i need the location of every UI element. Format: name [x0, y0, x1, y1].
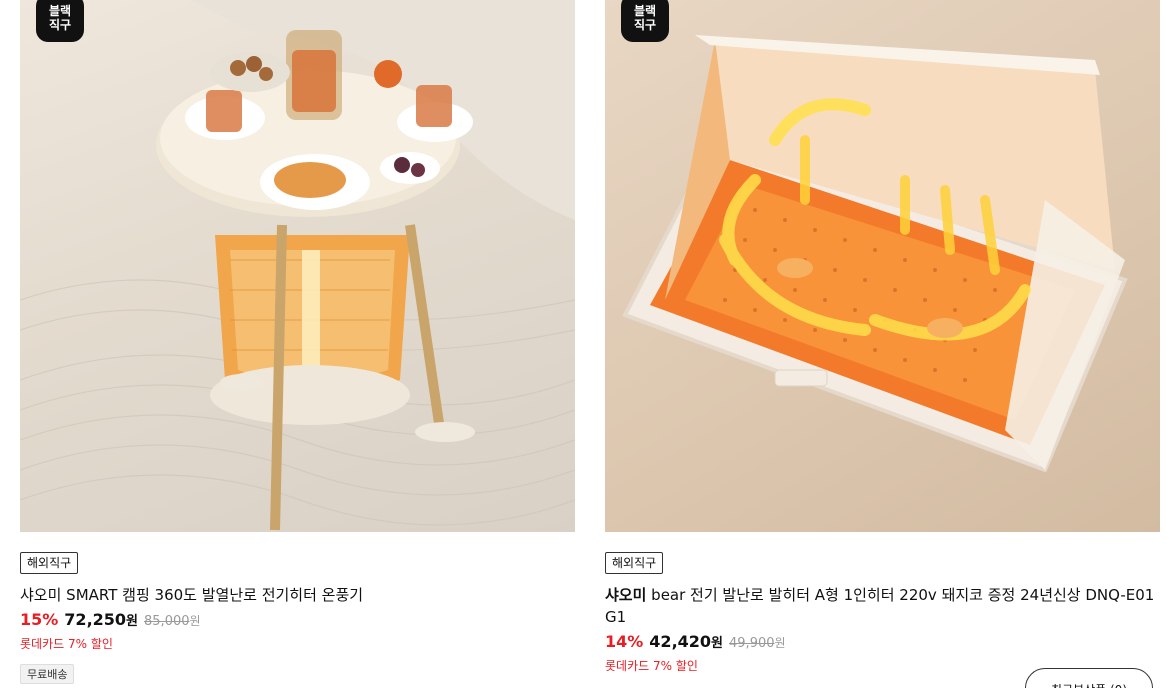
product-title[interactable]: 샤오미 SMART 캠핑 360도 발열난로 전기히터 온풍기: [20, 584, 575, 606]
sale-price-unit: 원: [126, 614, 139, 629]
card-discount-info: 롯데카드 7% 할인: [20, 637, 113, 651]
sale-price-value: 72,250: [64, 610, 127, 629]
original-price-unit: 원: [774, 636, 786, 650]
discount-rate: 15%: [20, 610, 59, 629]
product-title[interactable]: 샤오미 bear 전기 발난로 발히터 A형 1인히터 220v 돼지코 증정 …: [605, 584, 1160, 628]
sale-price: 42,420원: [649, 632, 723, 651]
product-card[interactable]: 블랙 직구 해외직구 샤오미 SMART 캠핑 360도 발열난로 전기히터 온…: [20, 0, 575, 684]
recently-viewed-button[interactable]: 최근본상품 (0): [1025, 668, 1153, 688]
overseas-direct-tag: 해외직구: [20, 552, 79, 574]
badge-label: 블랙 직구: [48, 4, 72, 32]
price-row: 15% 72,250원 85,000원: [20, 610, 575, 629]
product-brand[interactable]: 샤오미: [605, 586, 646, 604]
product-card[interactable]: 블랙 직구 해외직구 샤오미 bear 전기 발난로 발히터 A형 1인히터 2…: [605, 0, 1160, 673]
original-price-unit: 원: [189, 614, 201, 628]
product-name[interactable]: 샤오미 SMART 캠핑 360도 발열난로 전기히터 온풍기: [20, 586, 363, 604]
sale-price-value: 42,420: [649, 632, 712, 651]
product-info: 해외직구 샤오미 SMART 캠핑 360도 발열난로 전기히터 온풍기 15%…: [20, 552, 575, 684]
sale-price-unit: 원: [711, 636, 724, 651]
product-grid: 블랙 직구 해외직구 샤오미 SMART 캠핑 360도 발열난로 전기히터 온…: [0, 0, 1169, 688]
original-price: 49,900원: [729, 632, 786, 651]
black-direct-badge: 블랙 직구: [36, 0, 84, 42]
black-direct-badge: 블랙 직구: [621, 0, 669, 42]
product-image[interactable]: 블랙 직구: [20, 0, 575, 532]
product-info: 해외직구 샤오미 bear 전기 발난로 발히터 A형 1인히터 220v 돼지…: [605, 552, 1160, 674]
foot-warmer-illustration: [622, 35, 1128, 473]
price-row: 14% 42,420원 49,900원: [605, 632, 1160, 651]
original-price: 85,000원: [144, 610, 201, 629]
overseas-direct-tag: 해외직구: [605, 552, 664, 574]
product-name[interactable]: bear 전기 발난로 발히터 A형 1인히터 220v 돼지코 증정 24년신…: [605, 586, 1154, 626]
discount-rate: 14%: [605, 632, 644, 651]
original-price-value: 85,000: [144, 614, 190, 629]
product-image[interactable]: 블랙 직구: [605, 0, 1160, 532]
sale-price: 72,250원: [64, 610, 138, 629]
badge-label: 블랙 직구: [633, 4, 657, 32]
free-shipping-tag: 무료배송: [20, 664, 75, 684]
table-heater-illustration: [20, 0, 575, 531]
original-price-value: 49,900: [729, 636, 775, 651]
